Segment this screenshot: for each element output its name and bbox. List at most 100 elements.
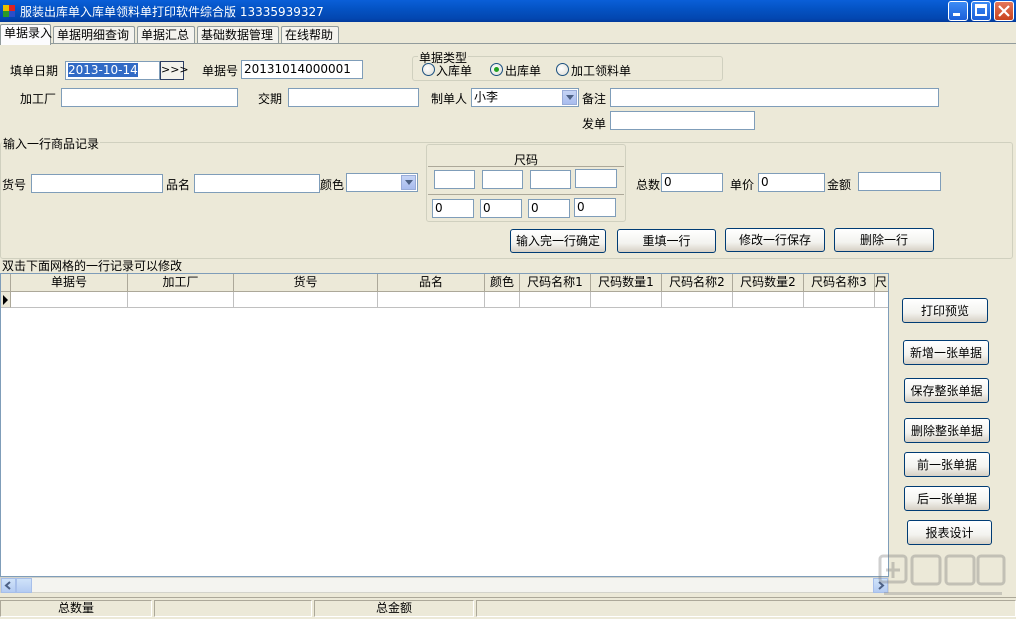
print-preview-button[interactable]: 打印预览 [902, 298, 988, 323]
tab-summary[interactable]: 单据汇总 [137, 26, 195, 44]
table-cell[interactable] [520, 292, 591, 308]
size-name-3[interactable] [530, 170, 571, 189]
size-name-2[interactable] [482, 170, 523, 189]
total-label: 总数 [636, 178, 661, 192]
col-size-qty-1[interactable]: 尺码数量1 [591, 274, 662, 292]
col-size-name-1[interactable]: 尺码名称1 [520, 274, 591, 292]
size-qty-3[interactable]: 0 [528, 199, 570, 218]
close-button[interactable] [994, 1, 1014, 21]
report-design-button[interactable]: 报表设计 [907, 520, 992, 545]
col-item-name[interactable]: 品名 [378, 274, 485, 292]
radio-outbound-label[interactable]: 出库单 [505, 62, 541, 79]
table-cell[interactable] [662, 292, 733, 308]
col-size-qty-3[interactable]: 尺 [875, 274, 888, 292]
size-qty-1[interactable]: 0 [432, 199, 474, 218]
table-cell[interactable] [234, 292, 378, 308]
line-entry-title: 输入一行商品记录 [2, 135, 101, 152]
size-qty-2[interactable]: 0 [480, 199, 522, 218]
factory-input[interactable] [61, 88, 238, 107]
size-divider [428, 166, 624, 167]
table-row[interactable] [1, 292, 888, 308]
grid-caption: 双击下面网格的一行记录可以修改 [2, 259, 183, 273]
table-cell[interactable] [378, 292, 485, 308]
radio-outbound[interactable] [490, 63, 503, 76]
radio-inbound-label[interactable]: 入库单 [436, 62, 472, 79]
col-factory[interactable]: 加工厂 [128, 274, 234, 292]
maximize-button[interactable] [971, 1, 991, 21]
table-cell[interactable] [875, 292, 888, 308]
size-name-4[interactable] [575, 169, 617, 188]
date-value: 2013-10-14 [68, 63, 138, 77]
color-label: 颜色 [320, 178, 345, 192]
title-bar[interactable]: 服装出库单入库单领料单打印软件综合版 13335939327 [0, 0, 1016, 22]
table-cell[interactable] [485, 292, 520, 308]
item-name-label: 品名 [166, 178, 191, 192]
chevron-down-icon[interactable] [562, 90, 577, 105]
prev-doc-button[interactable]: 前一张单据 [904, 452, 990, 477]
maker-select[interactable]: 小李 [471, 88, 579, 107]
date-label: 填单日期 [10, 64, 59, 78]
col-size-name-2[interactable]: 尺码名称2 [662, 274, 733, 292]
amount-input[interactable] [858, 172, 941, 191]
col-size-qty-2[interactable]: 尺码数量2 [733, 274, 804, 292]
refill-row-button[interactable]: 重填一行 [617, 229, 716, 253]
sender-label: 发单 [582, 117, 607, 131]
item-name-input[interactable] [194, 174, 320, 193]
price-input[interactable]: 0 [758, 173, 825, 192]
maker-label: 制单人 [431, 92, 468, 106]
scroll-thumb[interactable] [16, 578, 32, 593]
col-doc-no[interactable]: 单据号 [11, 274, 128, 292]
due-date-input[interactable] [288, 88, 419, 107]
date-picker-button[interactable]: >>> [160, 61, 189, 80]
table-cell[interactable] [591, 292, 662, 308]
status-total-amount-value [476, 600, 1016, 617]
tab-entry[interactable]: 单据录入 [0, 24, 52, 45]
status-total-qty-value [154, 600, 312, 617]
delete-row-button[interactable]: 删除一行 [834, 228, 934, 252]
table-cell[interactable] [733, 292, 804, 308]
next-doc-button[interactable]: 后一张单据 [904, 486, 990, 511]
remark-input[interactable] [610, 88, 939, 107]
sender-input[interactable] [610, 111, 755, 130]
doc-no-input[interactable]: 20131014000001 [241, 60, 363, 79]
size-name-1[interactable] [434, 170, 475, 189]
save-doc-button[interactable]: 保存整张单据 [904, 378, 989, 403]
radio-inbound[interactable] [422, 63, 435, 76]
save-row-edit-button[interactable]: 修改一行保存 [725, 228, 825, 252]
table-cell[interactable] [804, 292, 875, 308]
horizontal-scrollbar[interactable] [0, 577, 889, 593]
status-total-qty-label: 总数量 [0, 600, 152, 617]
row-indicator-icon [1, 292, 11, 308]
radio-material-label[interactable]: 加工领料单 [571, 62, 631, 79]
confirm-row-button[interactable]: 输入完一行确定 [510, 229, 606, 253]
col-item-no[interactable]: 货号 [234, 274, 378, 292]
tab-strip: 单据录入 单据明细查询 单据汇总 基础数据管理 在线帮助 [0, 24, 1016, 45]
color-select[interactable] [346, 173, 418, 192]
status-bar: 总数量 总金额 [0, 597, 1016, 619]
amount-label: 金额 [827, 178, 852, 192]
total-input[interactable]: 0 [661, 173, 723, 192]
doc-no-label: 单据号 [202, 64, 239, 78]
col-color[interactable]: 颜色 [485, 274, 520, 292]
table-cell[interactable] [128, 292, 234, 308]
scroll-left-button[interactable] [1, 578, 16, 593]
col-size-name-3[interactable]: 尺码名称3 [804, 274, 875, 292]
size-qty-4[interactable]: 0 [574, 198, 616, 217]
minimize-button[interactable] [948, 1, 968, 21]
maker-value: 小李 [474, 90, 499, 104]
grid-corner [1, 274, 11, 292]
date-input[interactable]: 2013-10-14 [65, 61, 160, 80]
app-icon [3, 5, 15, 17]
tab-detail-query[interactable]: 单据明细查询 [53, 26, 135, 44]
tab-base-data[interactable]: 基础数据管理 [197, 26, 279, 44]
tab-help[interactable]: 在线帮助 [281, 26, 339, 44]
new-doc-button[interactable]: 新增一张单据 [903, 340, 989, 365]
table-cell[interactable] [11, 292, 128, 308]
item-no-input[interactable] [31, 174, 163, 193]
chevron-down-icon[interactable] [401, 175, 416, 190]
size-divider-2 [428, 194, 624, 195]
records-grid[interactable]: 单据号 加工厂 货号 品名 颜色 尺码名称1 尺码数量1 尺码名称2 尺码数量2… [0, 273, 889, 577]
item-no-label: 货号 [2, 178, 27, 192]
delete-doc-button[interactable]: 删除整张单据 [904, 418, 990, 443]
radio-material[interactable] [556, 63, 569, 76]
